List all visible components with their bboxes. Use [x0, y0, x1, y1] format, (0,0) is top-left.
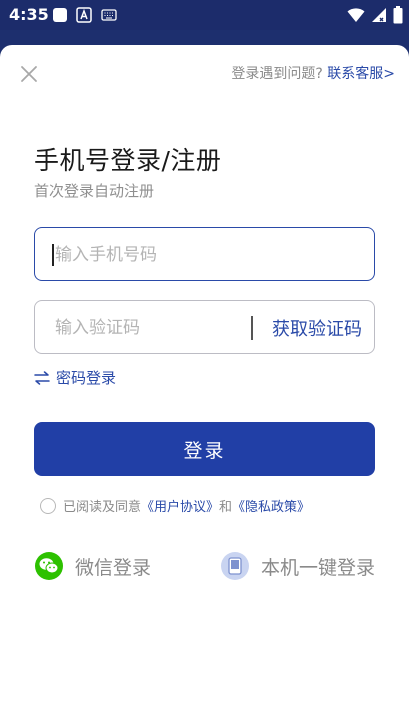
password-login-link[interactable]: 密码登录 [34, 367, 116, 388]
agreement-prefix: 已阅读及同意 [63, 500, 142, 515]
page-subtitle: 首次登录自动注册 [34, 182, 155, 200]
user-agreement-link[interactable]: 《用户协议》 [141, 496, 219, 515]
text-cursor [52, 244, 54, 266]
phone-icon [220, 552, 249, 580]
one-click-login-label: 本机一键登录 [260, 556, 375, 579]
field-divider [251, 316, 253, 340]
battery-icon [393, 6, 403, 24]
wechat-login-button[interactable]: 微信登录 [35, 552, 151, 580]
agreement-checkbox[interactable] [40, 497, 56, 514]
password-login-label: 密码登录 [56, 369, 117, 387]
signal-icon [372, 8, 386, 22]
help-row: 登录遇到问题? 联系客服> [231, 63, 395, 83]
wechat-icon [35, 552, 63, 580]
agreement-and: 和 [219, 500, 233, 515]
page-title: 手机号登录/注册 [34, 146, 222, 175]
notification-square-icon [53, 8, 67, 22]
verification-code-field[interactable]: 获取验证码 [34, 300, 375, 355]
keyboard-icon [101, 9, 117, 21]
swap-arrows-icon [34, 370, 50, 385]
wechat-login-label: 微信登录 [75, 556, 152, 579]
help-text: 登录遇到问题? [231, 66, 323, 82]
font-a-icon [76, 7, 92, 23]
phone-input[interactable] [53, 228, 257, 282]
status-bar: 4:35 [0, 0, 409, 30]
contact-support-link[interactable]: 联系客服> [327, 66, 395, 82]
close-icon[interactable] [19, 64, 39, 84]
agreement-row: 已阅读及同意 《用户协议》 和 《隐私政策》 [40, 496, 310, 515]
verification-code-input[interactable] [53, 301, 257, 355]
one-click-login-button[interactable]: 本机一键登录 [220, 552, 375, 580]
login-button[interactable]: 登录 [34, 422, 375, 476]
status-time: 4:35 [9, 5, 49, 24]
wifi-icon [347, 8, 365, 22]
privacy-policy-link[interactable]: 《隐私政策》 [232, 496, 310, 515]
phone-field[interactable] [34, 227, 375, 282]
get-code-button[interactable]: 获取验证码 [272, 315, 362, 341]
